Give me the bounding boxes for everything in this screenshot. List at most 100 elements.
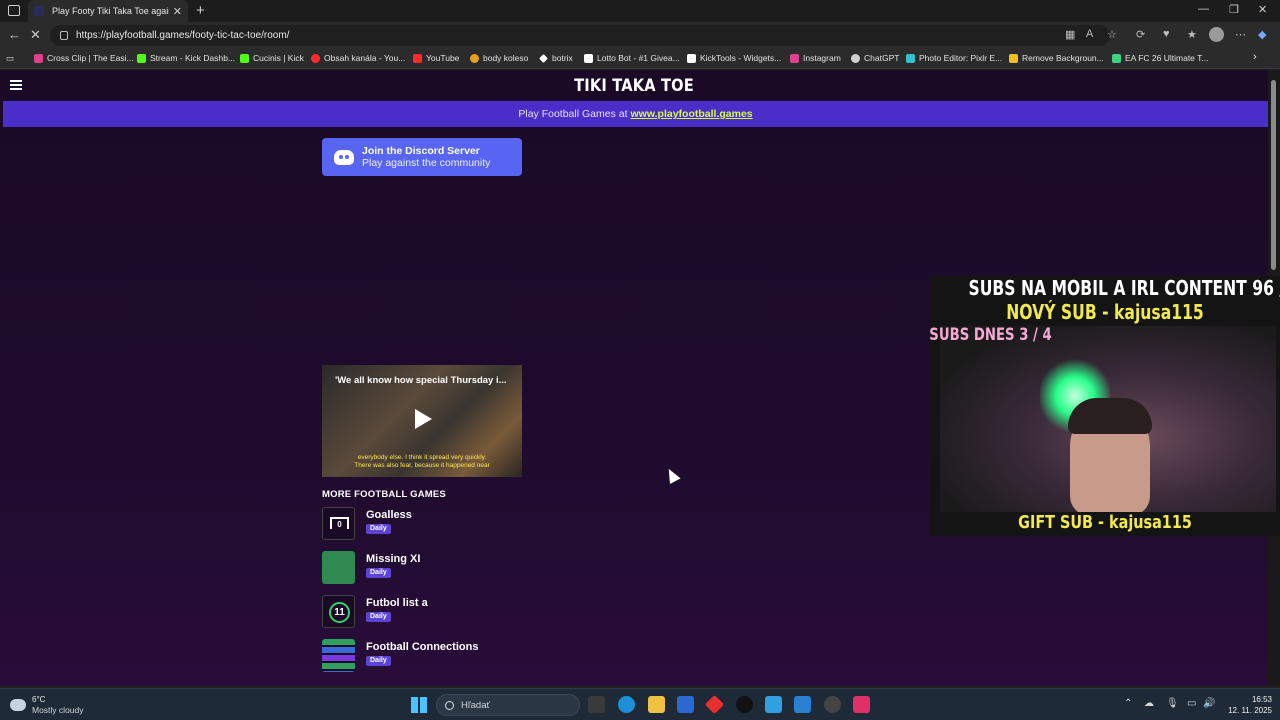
lock-icon (60, 31, 68, 40)
new-tab-button[interactable]: + (196, 2, 205, 19)
discord-join-button[interactable]: Join the Discord Server Play against the… (322, 138, 522, 176)
obs-icon[interactable] (824, 696, 841, 713)
bookmark-6[interactable]: botrix (539, 53, 573, 63)
bookmark-4[interactable]: YouTube (413, 53, 459, 63)
windows-start-icon[interactable] (411, 697, 427, 713)
sub-goal-text: SUBS NA MOBIL A IRL CONTENT 96 / 500 (968, 276, 1280, 300)
tiktok-icon[interactable] (736, 696, 753, 713)
profile-avatar[interactable] (1209, 27, 1224, 42)
bookmark-5[interactable]: body koleso (470, 53, 528, 63)
kick-icon (137, 53, 146, 63)
stream-overlay: SUBS NA MOBIL A IRL CONTENT 96 / 500 NOV… (929, 276, 1280, 536)
task-view-icon[interactable] (588, 696, 605, 713)
search-icon (445, 700, 454, 710)
play-icon[interactable] (415, 409, 432, 429)
maximize-button[interactable]: ❐ (1229, 3, 1239, 16)
reading-list-icon[interactable]: ▭ (6, 53, 14, 64)
bookmark-7[interactable]: Lotto Bot - #1 Givea... (584, 53, 680, 63)
minimize-button[interactable]: — (1198, 3, 1209, 15)
more-games-heading: MORE FOOTBALL GAMES (322, 489, 446, 500)
microphone-icon[interactable]: 🎙 (1166, 698, 1179, 709)
bookmark-12[interactable]: Remove Backgroun... (1009, 53, 1104, 63)
extensions-icon[interactable]: ⟳ (1136, 28, 1145, 41)
edge-icon[interactable] (618, 696, 635, 713)
bookmark-9[interactable]: Instagram (790, 53, 841, 63)
tab-active[interactable]: Play Footy Tiki Taka Toe against a ✕ (28, 0, 188, 22)
pitch-icon (322, 551, 355, 584)
game-item-missing-xi[interactable]: Missing XI Daily (322, 551, 522, 585)
onedrive-icon[interactable]: ☁ (1144, 698, 1154, 709)
taskbar-search-input[interactable]: Hľadať (436, 694, 580, 716)
bookmark-1[interactable]: Stream - Kick Dashb... (137, 53, 235, 63)
temperature: 6°C (32, 695, 46, 704)
game-item-futbol-list-a[interactable]: 11 Futbol list a Daily (322, 595, 522, 629)
back-arrow-icon[interactable]: ← (8, 27, 21, 42)
bookmark-13[interactable]: EA FC 26 Ultimate T... (1112, 53, 1208, 63)
bookmark-0[interactable]: Cross Clip | The Easi... (34, 53, 134, 63)
store-icon[interactable] (677, 696, 694, 713)
tray-overflow-chevron-icon[interactable]: ⌃ (1124, 698, 1132, 709)
game-item-goalless[interactable]: 0 Goalless Daily (322, 507, 522, 541)
search-placeholder: Hľadať (461, 699, 491, 711)
url-text: https://playfootball.games/footy-tic-tac… (76, 30, 290, 41)
game-name: Futbol list a (366, 597, 428, 609)
promo-link[interactable]: www.playfootball.games (631, 108, 753, 120)
bookmark-2[interactable]: Cucinis | Kick (240, 53, 304, 63)
video-caption: everybody else. I think it spread very q… (354, 454, 490, 469)
mouse-cursor-icon (663, 466, 681, 484)
video-player[interactable]: 'We all know how special Thursday i... e… (322, 365, 522, 477)
discord-icon (334, 149, 354, 165)
app-available-icon[interactable]: ▦ (1065, 28, 1075, 41)
connections-icon (322, 639, 355, 672)
game-name: Football Connections (366, 641, 479, 653)
url-input[interactable]: https://playfootball.games/footy-tic-tac… (50, 25, 1110, 46)
browser-tab-bar: Play Footy Tiki Taka Toe against a ✕ + —… (0, 0, 1280, 22)
goal-icon: 0 (322, 507, 355, 540)
daily-badge: Daily (366, 568, 391, 578)
copilot-icon[interactable]: ◆ (1258, 28, 1266, 41)
bookmarks-overflow-chevron-icon[interactable]: › (1253, 51, 1257, 63)
remove-bg-icon (1009, 53, 1018, 63)
new-sub-text: NOVÝ SUB - kajusa115 (1006, 300, 1204, 324)
hamburger-menu-icon[interactable] (10, 80, 22, 90)
bookmark-10[interactable]: ChatGPT (851, 53, 899, 63)
site-title: TIKI TAKA TOE (574, 76, 694, 96)
daily-badge: Daily (366, 524, 391, 534)
video-title: 'We all know how special Thursday i... (335, 375, 507, 386)
volume-icon[interactable]: 🔊 (1203, 698, 1215, 709)
promo-banner: Play Football Games at www.playfootball.… (3, 101, 1268, 127)
browser-essentials-icon[interactable]: ♥ (1163, 28, 1170, 40)
favorites-icon[interactable]: ★ (1187, 28, 1197, 41)
discord-subtitle: Play against the community (362, 157, 491, 169)
stop-loading-icon[interactable]: ✕ (30, 27, 41, 43)
crossclip-icon (34, 53, 43, 63)
bookmark-3[interactable]: Obsah kanála - You... (311, 53, 405, 63)
bookmark-8[interactable]: KickTools - Widgets... (687, 53, 781, 63)
notepad-icon[interactable] (765, 696, 782, 713)
system-clock[interactable]: 16:53 12. 11. 2025 (1222, 694, 1272, 716)
promo-text: Play Football Games at (518, 108, 628, 120)
more-menu-icon[interactable]: ⋯ (1235, 28, 1246, 41)
tab-actions-icon[interactable] (8, 5, 20, 16)
close-window-button[interactable]: ✕ (1258, 3, 1267, 16)
instagram-icon (790, 53, 799, 63)
futbin-icon (1112, 53, 1121, 63)
app-red-icon[interactable] (704, 694, 725, 715)
photos-icon[interactable] (794, 696, 811, 713)
favorite-star-icon[interactable]: ☆ (1107, 28, 1117, 41)
gift-sub-text: GIFT SUB - kajusa115 (1018, 512, 1192, 533)
scrollbar-thumb[interactable] (1271, 80, 1276, 270)
file-explorer-icon[interactable] (648, 696, 665, 713)
webcam-feed (940, 326, 1276, 512)
chatgpt-icon (851, 53, 860, 63)
kicktools-icon (687, 53, 696, 63)
bookmark-11[interactable]: Photo Editor: Pixlr E... (906, 53, 1002, 63)
lotto-bot-icon (584, 53, 593, 63)
game-item-football-connections[interactable]: Football Connections Daily (322, 639, 522, 673)
network-icon[interactable]: ▭ (1187, 698, 1196, 709)
bookmarks-bar: ▭ Cross Clip | The Easi... Stream - Kick… (0, 49, 1280, 69)
weather-widget[interactable]: 6°C Mostly cloudy (10, 695, 84, 715)
tiktok-live-icon[interactable] (853, 696, 870, 713)
read-aloud-icon[interactable]: A (1086, 28, 1093, 40)
tab-close-icon[interactable]: ✕ (173, 5, 182, 18)
